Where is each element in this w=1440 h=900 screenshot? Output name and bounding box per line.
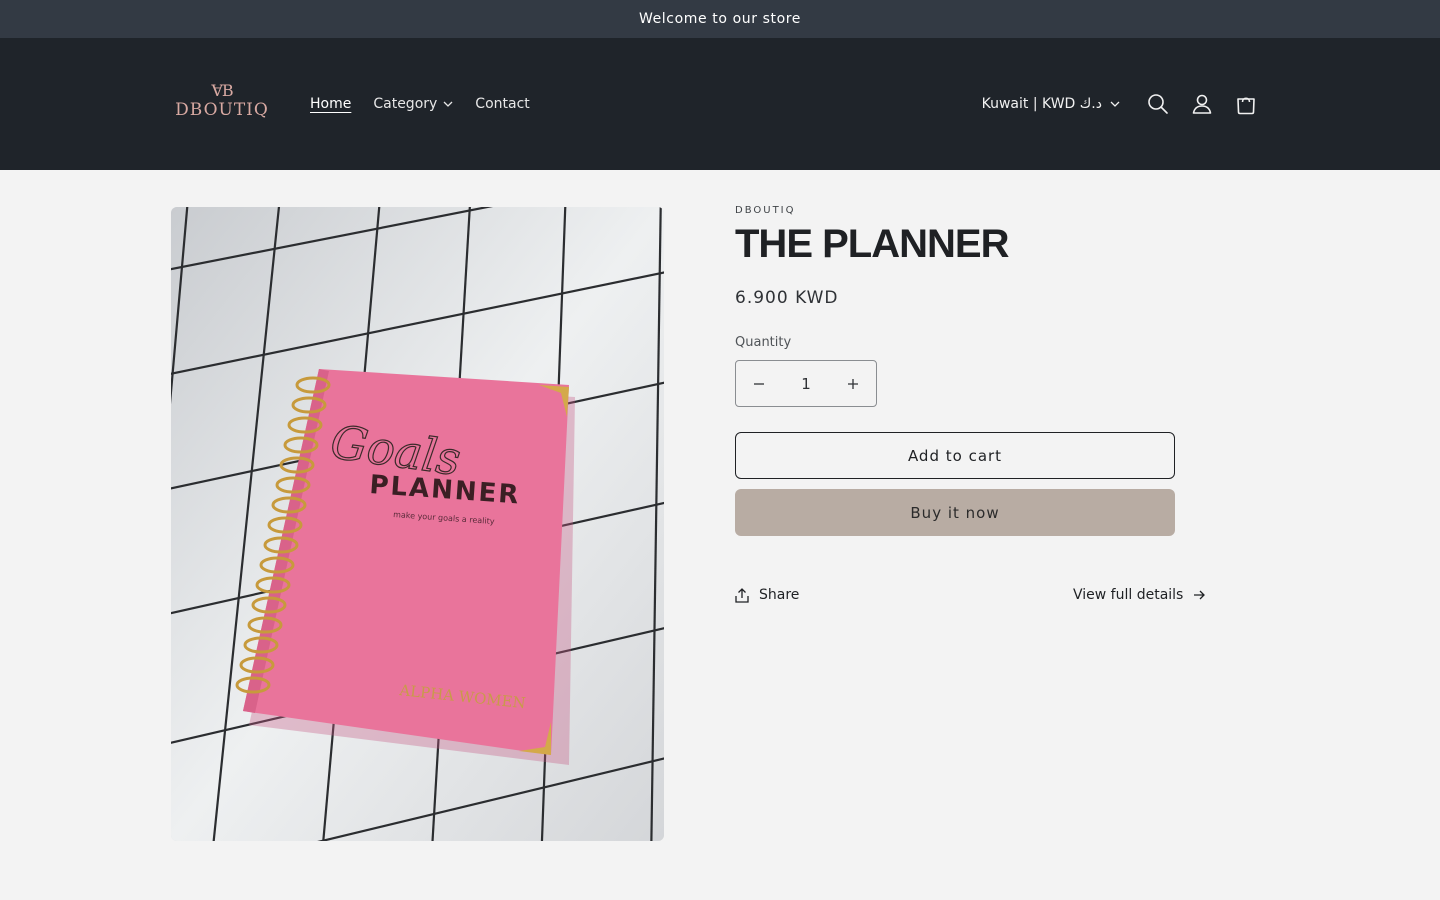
product-price: 6.900 KWD	[735, 288, 839, 308]
nav-category[interactable]: Category	[373, 96, 453, 112]
share-label: Share	[759, 587, 800, 603]
search-button[interactable]	[1136, 84, 1180, 124]
share-button[interactable]: Share	[735, 587, 799, 603]
country-selector[interactable]: Kuwait | KWD د.ك	[982, 96, 1120, 112]
view-full-details-link[interactable]: View full details	[1073, 587, 1206, 603]
logo-wordmark: DBOUTIQ	[175, 100, 269, 120]
country-selector-label: Kuwait | KWD د.ك	[981, 96, 1102, 112]
nav-contact[interactable]: Contact	[475, 96, 529, 112]
quantity-stepper: 1	[735, 360, 877, 407]
planner-photo: Goals PLANNER make your goals a reality …	[171, 207, 664, 841]
quantity-increase-button[interactable]	[830, 361, 876, 406]
search-icon	[1148, 94, 1168, 114]
site-header: ⱯB DBOUTIQ Home Category Contact Kuwait …	[0, 38, 1440, 170]
chevron-down-icon	[1110, 101, 1120, 107]
add-to-cart-button[interactable]: Add to cart	[735, 432, 1175, 479]
quantity-decrease-button[interactable]	[736, 361, 782, 406]
quantity-label: Quantity	[735, 335, 792, 350]
plus-icon	[848, 378, 858, 389]
announcement-text: Welcome to our store	[638, 11, 802, 27]
nav-contact-label: Contact	[475, 96, 530, 112]
nav-category-label: Category	[373, 96, 438, 112]
cart-icon	[1237, 97, 1255, 115]
announcement-bar: Welcome to our store	[0, 0, 1440, 38]
account-button[interactable]	[1180, 84, 1224, 124]
arrow-right-icon	[1194, 590, 1206, 600]
product-title: THE PLANNER	[735, 222, 1009, 266]
cart-button[interactable]	[1224, 84, 1268, 124]
buy-now-button[interactable]: Buy it now	[735, 489, 1175, 536]
store-logo[interactable]: ⱯB DBOUTIQ	[172, 82, 272, 126]
header-actions: Kuwait | KWD د.ك	[982, 84, 1268, 124]
quantity-input[interactable]: 1	[786, 375, 826, 393]
share-icon	[735, 587, 749, 603]
nav-home-label: Home	[310, 96, 352, 112]
nav-home[interactable]: Home	[310, 96, 351, 112]
main-nav: Home Category Contact	[298, 92, 552, 116]
logo-mark: ⱯB	[211, 81, 233, 100]
view-full-details-label: View full details	[1073, 587, 1184, 603]
product-vendor: DBOUTIQ	[735, 205, 796, 216]
chevron-down-icon	[443, 101, 453, 107]
account-icon	[1192, 94, 1212, 114]
product-image[interactable]: Goals PLANNER make your goals a reality …	[171, 207, 664, 841]
minus-icon	[754, 382, 764, 385]
